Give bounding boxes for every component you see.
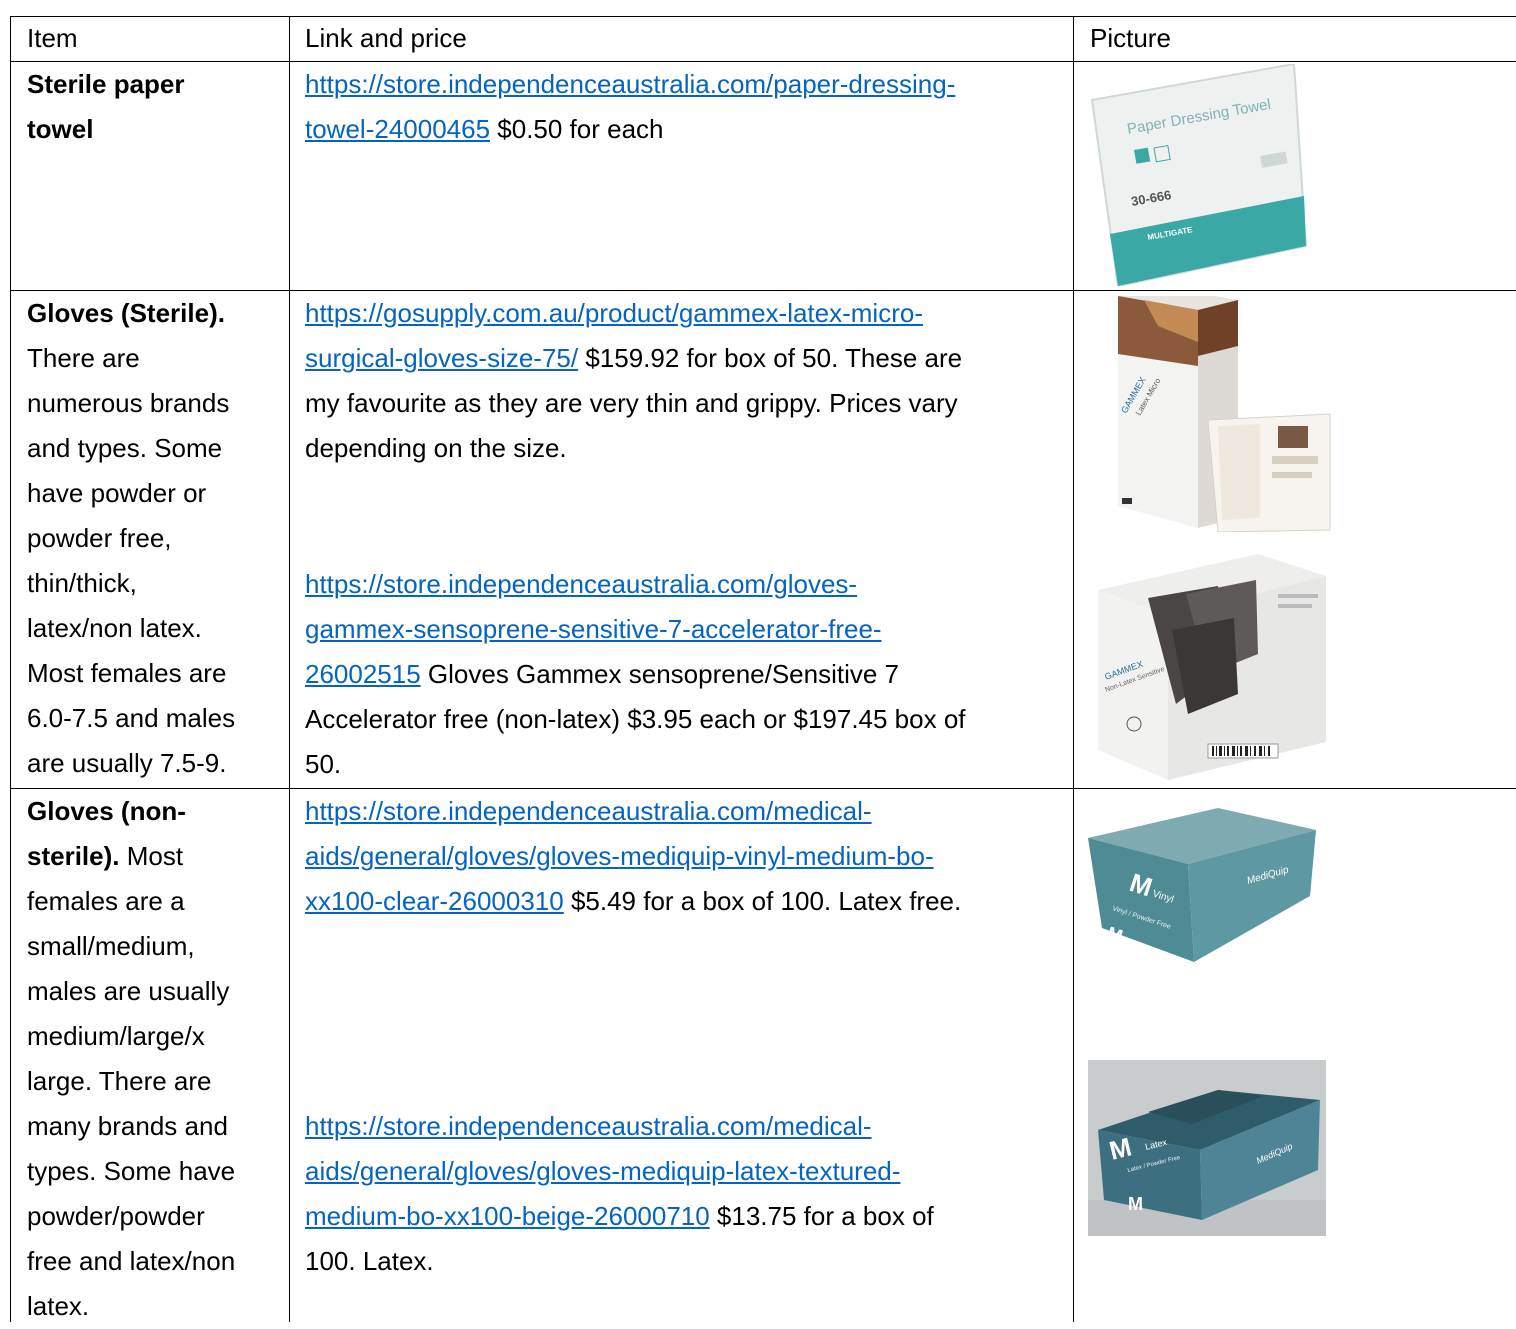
product-link[interactable]: gammex-sensoprene-sensitive-7-accelerato…	[305, 614, 882, 644]
item-text-line: There are	[27, 343, 140, 373]
product-link[interactable]: xx100-clear-26000310	[305, 886, 564, 916]
item-title-line: Gloves (Sterile).	[27, 298, 225, 328]
item-text-line: powder free,	[27, 523, 172, 553]
item-text-line: large. There are	[27, 1066, 212, 1096]
gammex-latex-micro-image: GAMMEX Latex Micro	[1088, 296, 1332, 532]
price-text: $0.50 for each	[490, 114, 664, 144]
latex-size-letter-small: M	[1128, 1194, 1143, 1214]
item-text-line: sterile). Most	[27, 841, 184, 871]
item-cell-gloves-sterile: Gloves (Sterile). There are numerous bra…	[27, 291, 287, 786]
item-title-line: towel	[27, 114, 94, 144]
price-text: $5.49 for a box of 100. Latex free.	[563, 886, 962, 916]
description-line: 50.	[305, 749, 342, 779]
item-text-line: many brands and	[27, 1111, 228, 1141]
product-link[interactable]: aids/general/gloves/gloves-mediquip-viny…	[305, 841, 934, 871]
gammex-sensoprene-image: GAMMEX Non-Latex Sensitive	[1088, 554, 1332, 786]
item-text-line: thin/thick,	[27, 568, 137, 598]
product-link[interactable]: https://store.independenceaustralia.com/…	[305, 69, 955, 99]
table-border-left	[10, 16, 11, 1322]
product-link[interactable]: towel-24000465	[305, 114, 490, 144]
item-text-line: numerous brands	[27, 388, 230, 418]
product-link[interactable]: surgical-gloves-size-75/	[305, 343, 578, 373]
link-cell-row2-entry2: https://store.independenceaustralia.com/…	[305, 562, 1065, 787]
item-text-line: latex/non latex.	[27, 613, 202, 643]
link-cell-row3-entry1: https://store.independenceaustralia.com/…	[305, 789, 1065, 924]
item-title-line: Sterile paper	[27, 69, 185, 99]
description-line: depending on the size.	[305, 433, 567, 463]
item-text-line: types. Some have	[27, 1156, 236, 1186]
product-link[interactable]: medium-bo-xx100-beige-26000710	[305, 1201, 710, 1231]
item-text-line: and types. Some	[27, 433, 223, 463]
item-text-line: powder/powder	[27, 1201, 205, 1231]
column-divider-1	[289, 16, 290, 1322]
table-border-top	[10, 16, 1516, 17]
product-link[interactable]: aids/general/gloves/gloves-mediquip-late…	[305, 1156, 900, 1186]
item-cell-gloves-non-sterile: Gloves (non- sterile). Most females are …	[27, 789, 287, 1329]
price-text: $13.75 for a box of	[709, 1201, 934, 1231]
description-line: my favourite as they are very thin and g…	[305, 388, 958, 418]
document-page: Item Link and price Picture Sterile pape…	[0, 0, 1516, 1322]
header-picture: Picture	[1090, 23, 1171, 53]
item-cell-sterile-paper-towel: Sterile paper towel	[27, 62, 282, 152]
paper-towel-image: Paper Dressing Towel 30-666 MULTIGATE	[1088, 64, 1308, 286]
item-text-line: free and latex/non	[27, 1246, 236, 1276]
item-text-line: have powder or	[27, 478, 207, 508]
product-link[interactable]: 26002515	[305, 659, 421, 689]
description-line: 100. Latex.	[305, 1246, 434, 1276]
header-item: Item	[27, 23, 78, 53]
product-link[interactable]: https://store.independenceaustralia.com/…	[305, 569, 857, 599]
mediquip-vinyl-box-image: M Vinyl Vinyl / Powder Free MediQuip M	[1088, 808, 1318, 964]
item-title-line: Gloves (non-	[27, 796, 186, 826]
description-line: Accelerator free (non-latex) $3.95 each …	[305, 704, 966, 734]
link-cell-row1: https://store.independenceaustralia.com/…	[305, 62, 1065, 152]
item-text-line: 6.0-7.5 and males	[27, 703, 236, 733]
item-text-line: are usually 7.5-9.	[27, 748, 227, 778]
header-link-and-price: Link and price	[305, 23, 467, 53]
product-link[interactable]: https://gosupply.com.au/product/gammex-l…	[305, 298, 923, 328]
column-divider-2	[1073, 16, 1074, 1322]
item-text-line: medium/large/x	[27, 1021, 205, 1051]
product-link[interactable]: https://store.independenceaustralia.com/…	[305, 796, 872, 826]
item-text-line: latex.	[27, 1291, 90, 1321]
product-link[interactable]: https://store.independenceaustralia.com/…	[305, 1111, 872, 1141]
price-text: Gloves Gammex sensoprene/Sensitive 7	[420, 659, 900, 689]
item-text-line: Most females are	[27, 658, 227, 688]
item-text-line: males are usually	[27, 976, 230, 1006]
item-text-line: females are a	[27, 886, 185, 916]
link-cell-row3-entry2: https://store.independenceaustralia.com/…	[305, 1104, 1065, 1284]
link-cell-row2-entry1: https://gosupply.com.au/product/gammex-l…	[305, 291, 1065, 471]
price-text: $159.92 for box of 50. These are	[578, 343, 963, 373]
mediquip-latex-box-image: M Latex Latex / Powder Free MediQuip M	[1088, 1060, 1326, 1236]
item-text-line: small/medium,	[27, 931, 195, 961]
